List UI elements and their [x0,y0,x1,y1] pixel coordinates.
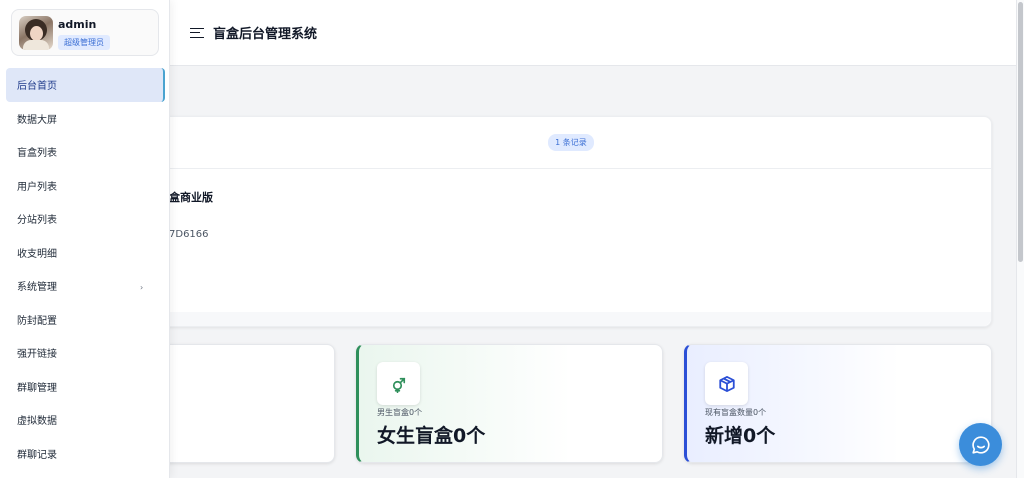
sidebar: admin 超级管理员 后台首页 数据大屏 盲盒列表 用户列表 分站列表 收支明… [0,0,170,478]
info-card: 1 条记录 盒商业版 7D6166 [150,116,992,327]
record-count-badge: 1 条记录 [548,134,594,151]
sidebar-item-transactions[interactable]: 收支明细 [0,236,170,270]
sidebar-item-box-list[interactable]: 盲盒列表 [0,135,170,169]
info-card-header: 1 条记录 [151,117,991,169]
chevron-right-icon: › [140,283,144,292]
stat-label: 现有盲盒数量0个 [705,408,767,417]
stat-card-gender: 男生盲盒0个 女生盲盒0个 [356,344,663,463]
sidebar-item-chat-records[interactable]: 群聊记录 [0,437,170,471]
sidebar-item-label: 系统管理 [17,282,57,294]
stat-card-boxes: 现有盲盒数量0个 新增0个 [684,344,992,463]
sidebar-item-substation-list[interactable]: 分站列表 [0,202,170,236]
gender-icon [377,362,420,405]
sidebar-item-virtual-data[interactable]: 虚拟数据 [0,403,170,437]
user-profile-card[interactable]: admin 超级管理员 [11,9,159,56]
chat-icon [971,435,990,454]
info-card-footer [151,312,991,326]
menu-toggle-icon[interactable] [190,27,204,39]
sidebar-menu: 后台首页 数据大屏 盲盒列表 用户列表 分站列表 收支明细 系统管理 › 防封配… [0,68,170,470]
stat-value: 新增0个 [705,425,776,447]
version-text: 盒商业版 [169,191,213,204]
code-text: 7D6166 [169,229,209,240]
top-header: 盲盒后台管理系统 [170,0,1016,66]
sidebar-item-home[interactable]: 后台首页 [6,68,165,102]
user-role-badge: 超级管理员 [58,35,110,50]
sidebar-item-system[interactable]: 系统管理 › [0,269,170,303]
stat-label: 男生盲盒0个 [377,408,423,417]
avatar [19,16,53,50]
stat-card-1 [150,344,335,463]
stat-value: 女生盲盒0个 [377,425,486,447]
scrollbar-thumb[interactable] [1018,2,1023,262]
sidebar-item-group-chat[interactable]: 群聊管理 [0,370,170,404]
sidebar-item-user-list[interactable]: 用户列表 [0,169,170,203]
chat-button[interactable] [959,423,1002,466]
box-icon [705,362,748,405]
user-name: admin [58,18,97,31]
sidebar-item-force-link[interactable]: 强开链接 [0,336,170,370]
page-scrollbar[interactable] [1016,0,1024,478]
sidebar-item-anti-ban[interactable]: 防封配置 [0,303,170,337]
page-title: 盲盒后台管理系统 [213,27,318,42]
sidebar-item-data-screen[interactable]: 数据大屏 [0,102,170,136]
